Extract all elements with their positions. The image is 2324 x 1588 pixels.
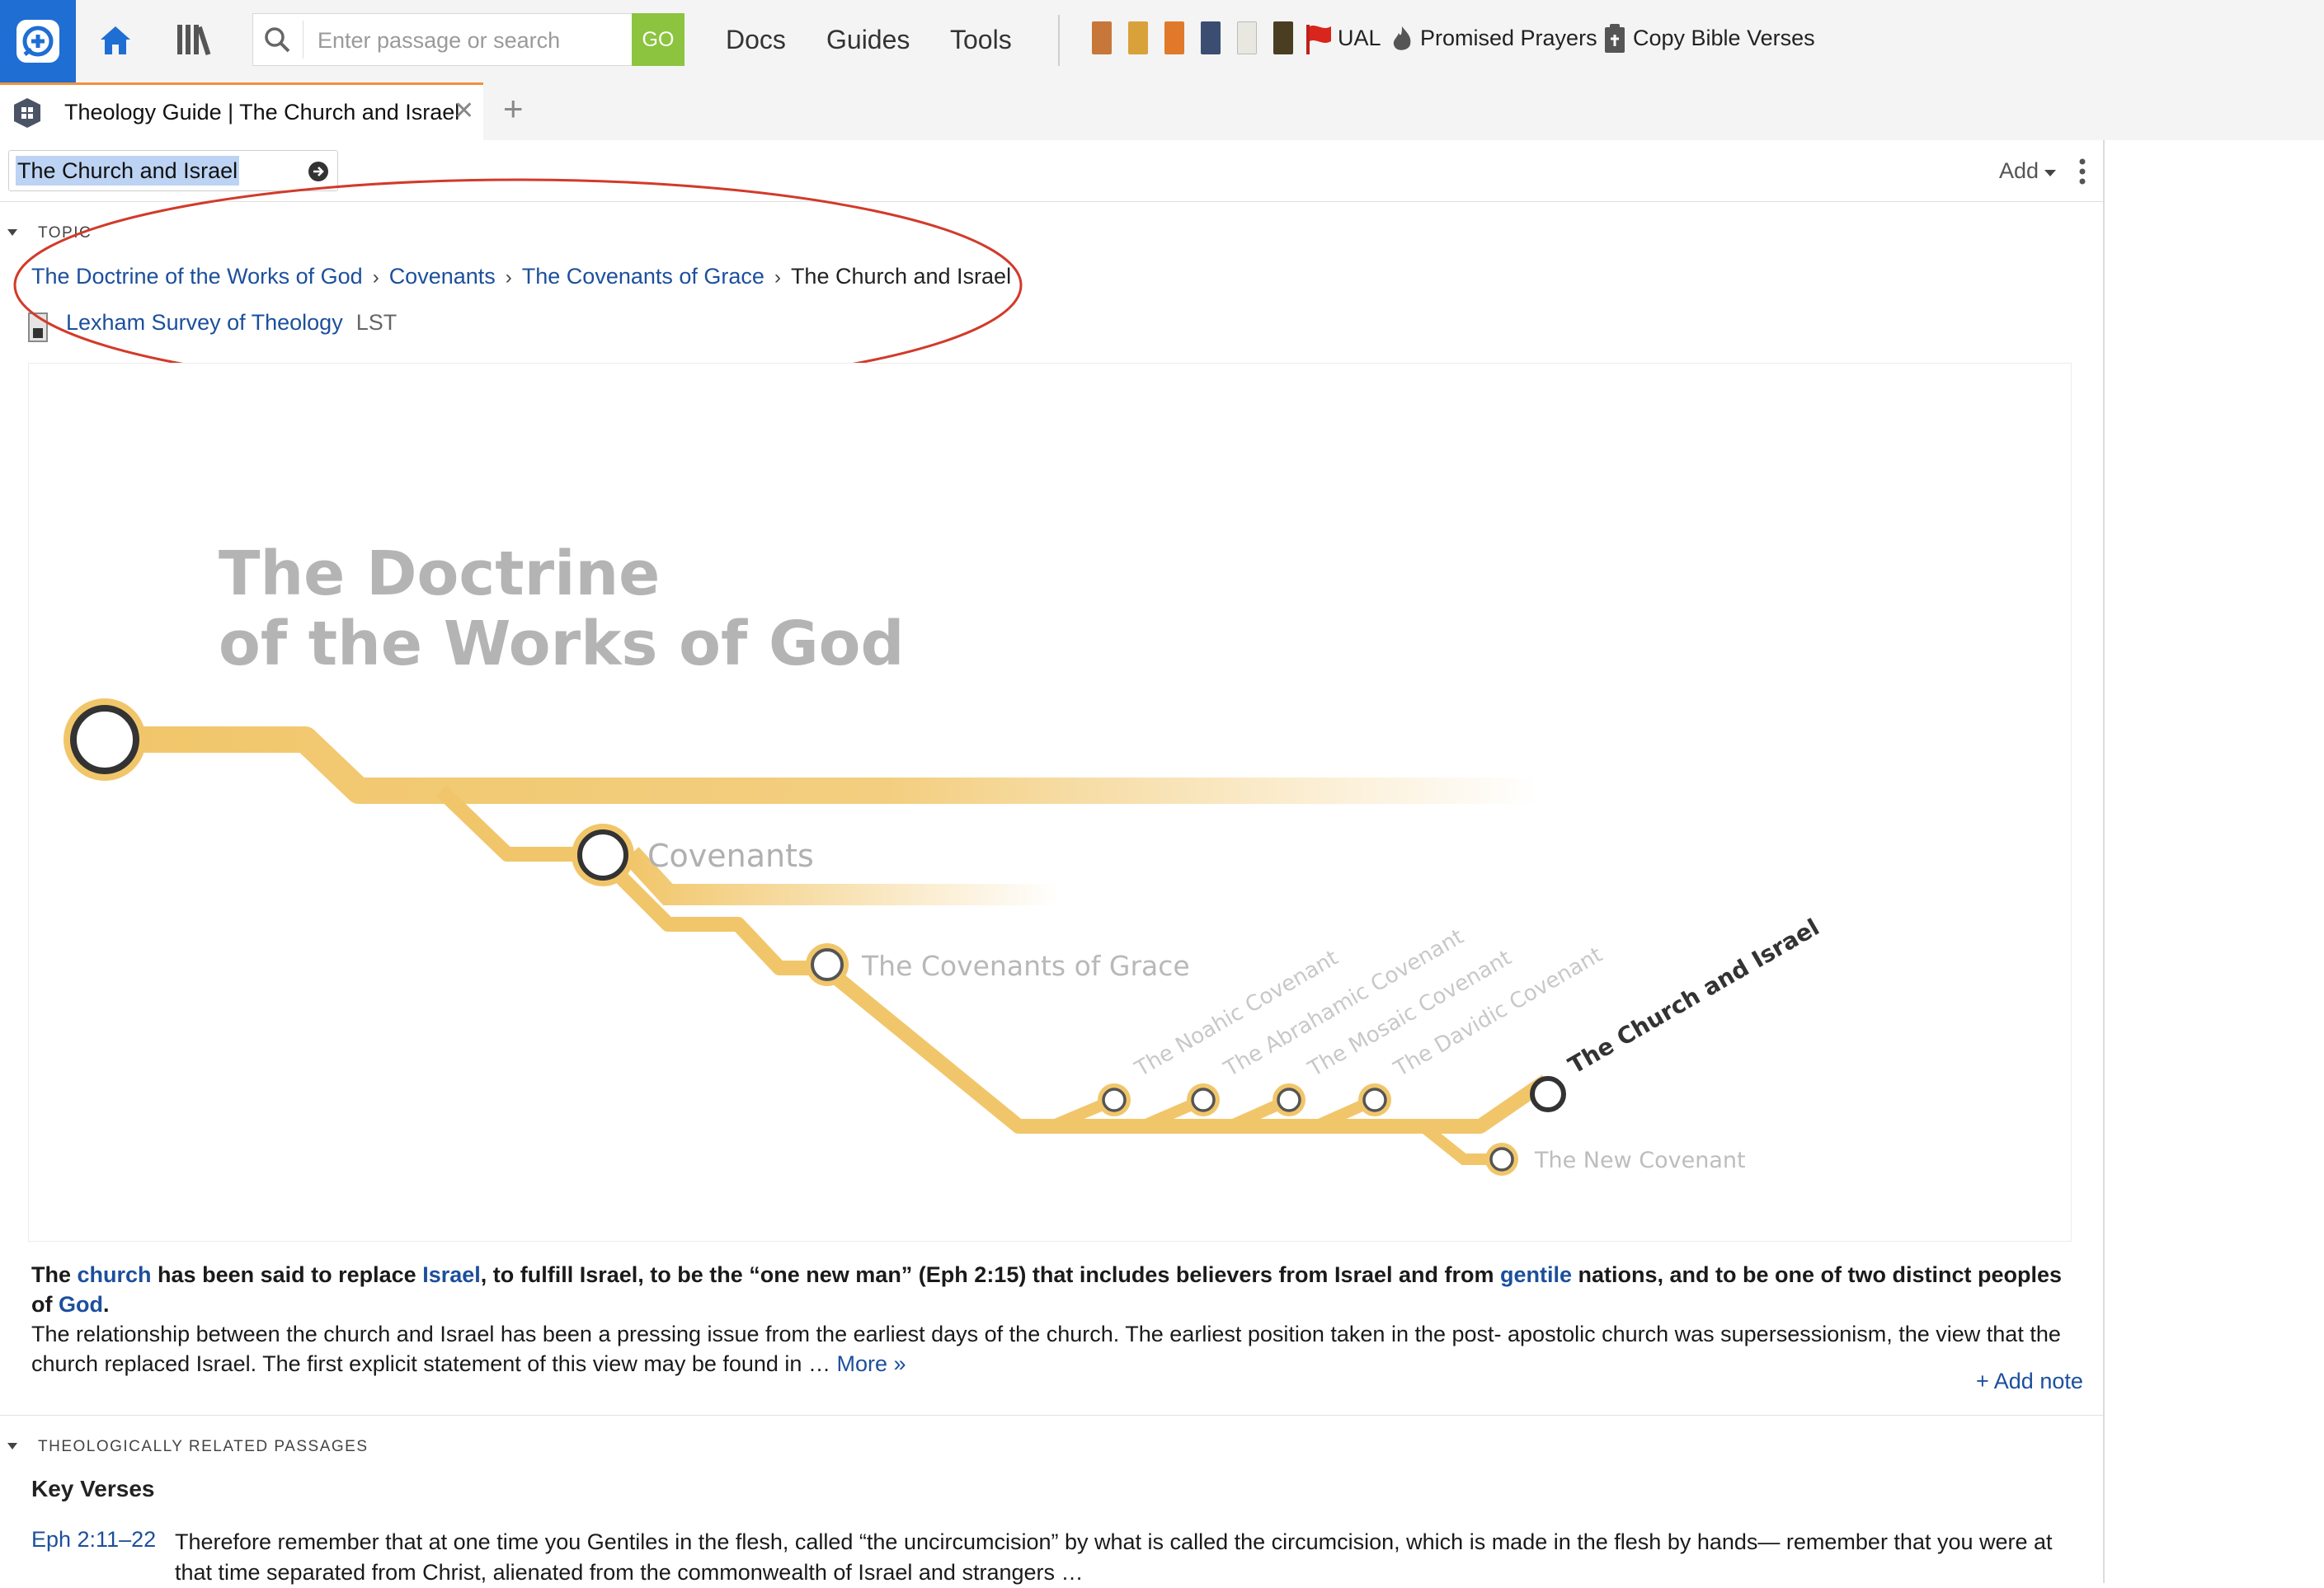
shortcut-book-6-icon[interactable]: [1273, 21, 1293, 54]
shortcut-book-2-icon[interactable]: [1128, 21, 1148, 54]
node-church-and-israel[interactable]: [1530, 1076, 1566, 1112]
promised-prayers-shortcut[interactable]: Promised Prayers: [1420, 26, 1597, 51]
add-menu-label: Add: [1999, 158, 2039, 183]
toolbar-divider: [1058, 15, 1060, 66]
home-icon[interactable]: [97, 21, 134, 58]
god-link[interactable]: God: [59, 1292, 103, 1317]
guides-menu[interactable]: Guides: [826, 25, 910, 55]
node-new-covenant[interactable]: [1485, 1143, 1518, 1176]
logos-logo-icon: [16, 20, 59, 63]
go-button[interactable]: GO: [632, 13, 684, 66]
tab-theology-guide[interactable]: Theology Guide | The Church and Israel ✕: [0, 82, 483, 140]
theology-guide-panel: The Church and Israel Add TOPIC The Doct…: [0, 140, 2105, 1585]
ual-shortcut[interactable]: UAL: [1338, 26, 1381, 51]
label-new-covenant[interactable]: The New Covenant: [1534, 1148, 1746, 1173]
add-note-link[interactable]: + Add note: [1976, 1369, 2083, 1394]
node-mosaic[interactable]: [1273, 1083, 1305, 1116]
caret-down-icon: [2044, 170, 2057, 176]
passages-section-label: THEOLOGICALLY RELATED PASSAGES: [38, 1438, 369, 1455]
works-of-god-line: [103, 726, 1538, 804]
israel-link[interactable]: Israel: [422, 1262, 481, 1287]
search-box: [252, 13, 684, 67]
gentile-link[interactable]: gentile: [1500, 1262, 1572, 1287]
label-church-and-israel[interactable]: The Church and Israel: [1564, 914, 1824, 1079]
copy-bible-verses-shortcut[interactable]: Copy Bible Verses: [1633, 26, 1815, 51]
diagram-title-line1: The Doctrine: [219, 538, 660, 609]
summary-text: .: [103, 1292, 110, 1317]
theology-guide-icon: [14, 98, 40, 128]
shortcut-book-5-icon[interactable]: [1237, 21, 1257, 54]
search-icon: [265, 27, 290, 53]
tab-bar: Theology Guide | The Church and Israel ✕…: [0, 82, 2324, 140]
node-davidic[interactable]: [1358, 1083, 1391, 1116]
shortcut-book-1-icon[interactable]: [1092, 21, 1112, 54]
label-covenants-of-grace[interactable]: The Covenants of Grace: [861, 950, 1190, 982]
verse-text: Therefore remember that at one time you …: [175, 1529, 2053, 1585]
tab-title: Theology Guide | The Church and Israel: [64, 100, 460, 125]
tools-menu[interactable]: Tools: [950, 25, 1012, 55]
shortcut-book-4-icon[interactable]: [1201, 21, 1221, 54]
summary-text: The: [31, 1262, 78, 1287]
panel-menu-icon[interactable]: [2078, 158, 2086, 185]
search-input[interactable]: [316, 14, 616, 67]
section-divider: [0, 1415, 2103, 1416]
summary-body: The relationship between the church and …: [31, 1322, 2061, 1376]
clipboard-icon: [1605, 24, 1625, 53]
church-link[interactable]: church: [78, 1262, 152, 1287]
topic-summary: The church has been said to replace Isra…: [31, 1260, 2077, 1379]
flag-icon[interactable]: [1305, 23, 1334, 56]
summary-text: has been said to replace: [151, 1262, 423, 1287]
node-works-of-god[interactable]: [64, 698, 146, 781]
tab-close-icon[interactable]: ✕: [454, 96, 474, 125]
add-menu[interactable]: Add: [1999, 158, 2057, 184]
shortcut-book-3-icon[interactable]: [1164, 21, 1184, 54]
collapse-passages-icon[interactable]: [7, 1441, 18, 1451]
theology-map-diagram: The Doctrine of the Works of God Covenan…: [28, 363, 2072, 1242]
diagram-title-line2: of the Works of God: [219, 608, 905, 679]
library-icon[interactable]: [175, 21, 213, 58]
node-covenants-of-grace[interactable]: [806, 943, 849, 986]
node-noahic[interactable]: [1098, 1083, 1131, 1116]
verse-reference-link[interactable]: Eph 2:11–22: [31, 1527, 156, 1553]
new-tab-icon[interactable]: +: [503, 89, 524, 129]
theology-map-svg: The Doctrine of the Works of God Covenan…: [64, 538, 1824, 1176]
label-covenants[interactable]: Covenants: [647, 838, 814, 874]
docs-menu[interactable]: Docs: [726, 25, 786, 55]
node-abrahamic[interactable]: [1187, 1083, 1220, 1116]
summary-text: , to fulfill Israel, to be the “one new …: [480, 1262, 1501, 1287]
top-toolbar: GO Docs Guides Tools UAL Promised Prayer…: [0, 0, 2324, 82]
summary-lead: The church has been said to replace Isra…: [31, 1262, 2062, 1317]
node-covenants[interactable]: [572, 824, 634, 886]
more-link[interactable]: More »: [836, 1351, 906, 1376]
key-verses-heading: Key Verses: [31, 1476, 155, 1501]
flame-icon: [1393, 26, 1411, 50]
logos-logo-button[interactable]: [0, 0, 76, 82]
